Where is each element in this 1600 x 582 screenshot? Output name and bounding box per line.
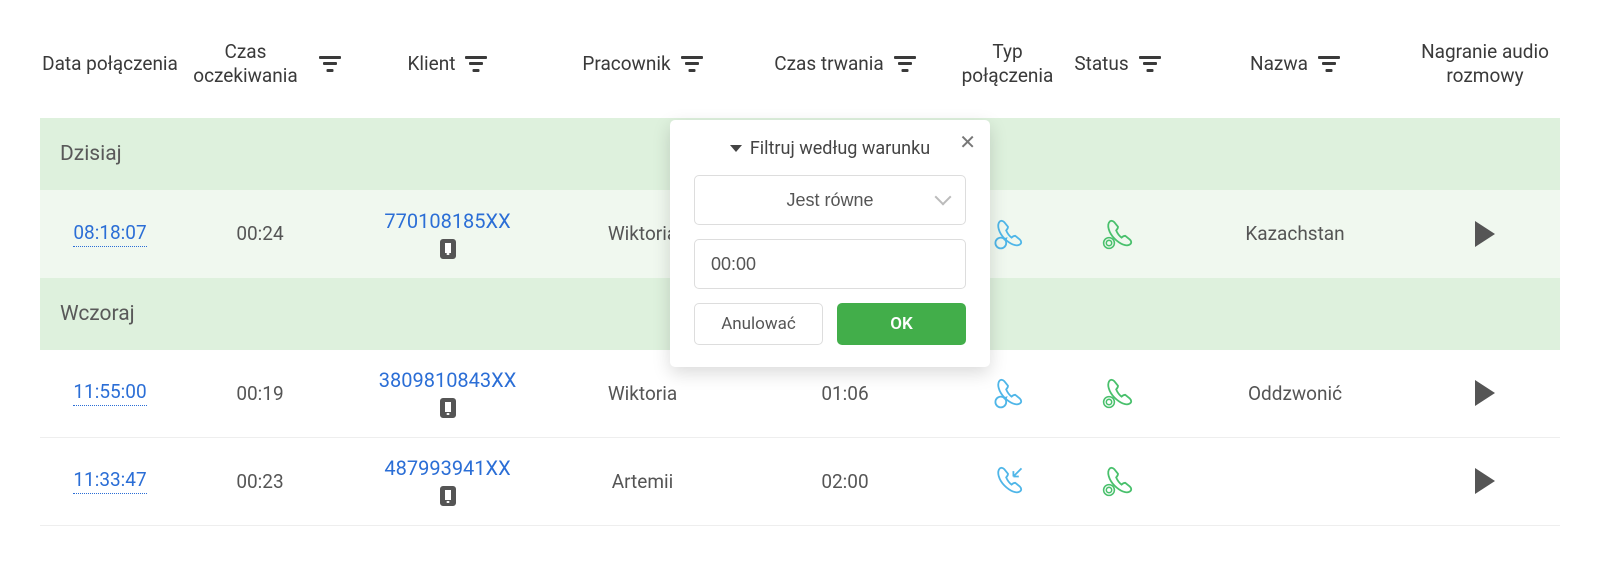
popover-title: Filtruj według warunku: [694, 138, 966, 159]
col-header-employee[interactable]: Pracownik: [555, 52, 730, 76]
col-header-employee-label: Pracownik: [582, 52, 670, 76]
condition-select[interactable]: Jest równe: [694, 175, 966, 225]
col-header-date-label: Data połączenia: [42, 52, 178, 76]
filter-icon[interactable]: [465, 56, 487, 72]
chevron-down-icon: [730, 145, 742, 152]
call-time-link[interactable]: 11:55:00: [73, 380, 146, 406]
call-status-ok-icon: [1100, 216, 1136, 252]
filter-icon[interactable]: [681, 56, 703, 72]
play-button[interactable]: [1475, 468, 1495, 494]
chevron-down-icon: [936, 193, 950, 207]
employee-name: Wiktoria: [608, 382, 677, 405]
filter-icon[interactable]: [1139, 56, 1161, 72]
client-link[interactable]: 770108185XX: [384, 209, 510, 233]
play-button[interactable]: [1475, 221, 1495, 247]
col-header-status[interactable]: Status: [1055, 52, 1180, 76]
call-incoming-icon: [990, 463, 1026, 499]
filter-icon[interactable]: [894, 56, 916, 72]
call-time-link[interactable]: 08:18:07: [73, 221, 146, 247]
wait-time: 00:24: [236, 222, 283, 245]
mobile-icon: [440, 239, 456, 259]
col-header-type-label: Typ połączenia: [960, 40, 1055, 88]
table-header-row: Data połączenia Czas oczekiwania Klient …: [40, 40, 1560, 118]
call-name: Kazachstan: [1245, 222, 1344, 245]
call-time-link[interactable]: 11:33:47: [73, 468, 146, 494]
employee-name: Wiktoria: [608, 222, 677, 245]
col-header-date[interactable]: Data połączenia: [40, 52, 180, 76]
popover-title-label: Filtruj według warunku: [750, 138, 930, 159]
col-header-wait-label: Czas oczekiwania: [180, 40, 311, 88]
call-status-ok-icon: [1100, 375, 1136, 411]
col-header-client-label: Klient: [408, 52, 456, 76]
wait-time: 00:19: [236, 382, 283, 405]
col-header-duration[interactable]: Czas trwania: [730, 52, 960, 76]
col-header-duration-label: Czas trwania: [774, 52, 884, 76]
calls-table: Data połączenia Czas oczekiwania Klient …: [0, 0, 1600, 526]
duration-value: 01:06: [821, 382, 868, 405]
col-header-audio-label: Nagranie audio rozmowy: [1410, 40, 1560, 88]
table-row: 11:33:47 00:23 487993941XX Artemii 02:00: [40, 438, 1560, 526]
filter-popover: ✕ Filtruj według warunku Jest równe Anul…: [670, 120, 990, 367]
employee-name: Artemii: [612, 470, 674, 493]
group-label: Wczoraj: [60, 302, 135, 326]
mobile-icon: [440, 398, 456, 418]
duration-value: 02:00: [821, 470, 868, 493]
call-callback-icon: [990, 375, 1026, 411]
col-header-type[interactable]: Typ połączenia: [960, 40, 1055, 88]
call-status-ok-icon: [1100, 463, 1136, 499]
cancel-button[interactable]: Anulować: [694, 303, 823, 345]
client-link[interactable]: 3809810843XX: [379, 368, 516, 392]
col-header-client[interactable]: Klient: [340, 52, 555, 76]
col-header-wait[interactable]: Czas oczekiwania: [180, 40, 340, 88]
close-icon[interactable]: ✕: [959, 132, 976, 152]
col-header-audio[interactable]: Nagranie audio rozmowy: [1410, 40, 1560, 88]
mobile-icon: [440, 486, 456, 506]
col-header-name-label: Nazwa: [1250, 52, 1308, 76]
col-header-name[interactable]: Nazwa: [1180, 52, 1410, 76]
ok-button[interactable]: OK: [837, 303, 966, 345]
filter-icon[interactable]: [321, 56, 340, 72]
wait-time: 00:23: [236, 470, 283, 493]
play-button[interactable]: [1475, 380, 1495, 406]
call-callback-icon: [990, 216, 1026, 252]
col-header-status-label: Status: [1074, 52, 1128, 76]
filter-value-input[interactable]: [694, 239, 966, 289]
call-name: Oddzwonić: [1248, 382, 1342, 405]
client-link[interactable]: 487993941XX: [384, 456, 510, 480]
filter-icon[interactable]: [1318, 56, 1340, 72]
group-label: Dzisiaj: [60, 142, 122, 166]
